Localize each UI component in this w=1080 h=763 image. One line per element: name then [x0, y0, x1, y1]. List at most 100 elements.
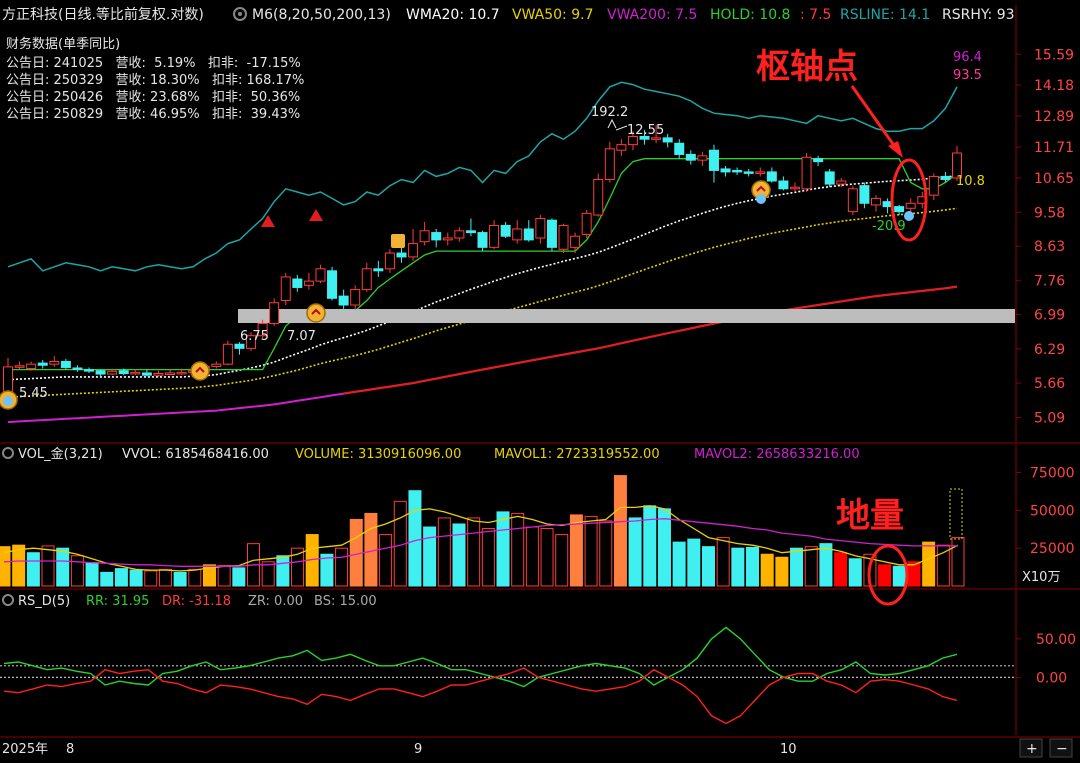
candle[interactable] [489, 224, 500, 248]
candle[interactable] [84, 369, 95, 372]
volume-bar[interactable] [775, 556, 789, 587]
candle[interactable] [431, 232, 442, 241]
volume-bar[interactable] [467, 517, 481, 587]
volume-bar[interactable] [569, 514, 583, 587]
volume-bar[interactable] [599, 520, 613, 587]
candle[interactable] [847, 188, 858, 213]
candle[interactable] [361, 268, 372, 291]
candle[interactable] [454, 230, 465, 239]
volume-bar[interactable] [922, 541, 936, 587]
volume-bar[interactable] [437, 517, 451, 587]
candle[interactable] [3, 366, 13, 393]
volume-bar[interactable] [716, 537, 730, 587]
volume-bar[interactable] [951, 537, 965, 587]
candle[interactable] [813, 158, 824, 163]
candle[interactable] [593, 178, 604, 216]
volume-bar[interactable] [56, 547, 70, 587]
volume-bar[interactable] [232, 567, 246, 587]
candle[interactable] [419, 230, 430, 243]
candle[interactable] [766, 171, 777, 182]
volume-bar[interactable] [672, 541, 686, 587]
candle[interactable] [720, 168, 731, 173]
volume-bar[interactable] [452, 523, 466, 587]
candle[interactable] [743, 171, 754, 174]
candle[interactable] [708, 149, 719, 171]
candle[interactable] [928, 175, 939, 196]
candle[interactable] [616, 144, 627, 151]
candle[interactable] [801, 156, 812, 190]
candle[interactable] [732, 169, 743, 173]
candle[interactable] [778, 180, 789, 190]
candle[interactable] [859, 185, 870, 204]
volume-bar[interactable] [790, 547, 804, 587]
volume-bar[interactable] [408, 490, 422, 587]
volume-bar[interactable] [760, 553, 774, 587]
candle[interactable] [72, 367, 83, 370]
volume-bar[interactable] [746, 546, 760, 587]
volume-bar[interactable] [276, 555, 290, 587]
volume-bar[interactable] [100, 571, 114, 587]
candle[interactable] [755, 171, 766, 174]
candle[interactable] [558, 224, 569, 250]
candle[interactable] [292, 278, 303, 288]
candle[interactable] [14, 365, 25, 368]
candle[interactable] [651, 137, 662, 140]
volume-bar[interactable] [892, 565, 906, 587]
candle[interactable] [26, 363, 37, 370]
volume-bar[interactable] [217, 565, 231, 587]
candle[interactable] [396, 252, 407, 258]
candle[interactable] [327, 270, 338, 299]
volume-bar[interactable] [114, 568, 128, 587]
candle[interactable] [234, 343, 245, 349]
candle[interactable] [477, 232, 488, 248]
volume-bar[interactable] [41, 545, 55, 587]
volume-bar[interactable] [525, 526, 539, 587]
candle[interactable] [408, 243, 419, 258]
volume-bar[interactable] [481, 528, 495, 587]
candle[interactable] [685, 153, 696, 161]
candle[interactable] [836, 180, 847, 185]
candle[interactable] [141, 372, 152, 376]
candle[interactable] [870, 197, 881, 206]
volume-bar[interactable] [731, 547, 745, 587]
volume-bar[interactable] [687, 538, 701, 587]
candle[interactable] [500, 224, 511, 237]
candle[interactable] [905, 202, 916, 209]
volume-bar[interactable] [496, 511, 510, 587]
candle[interactable] [280, 276, 291, 302]
candle[interactable] [303, 280, 314, 286]
volume-bar[interactable] [936, 544, 950, 587]
volume-bar[interactable] [657, 508, 671, 587]
candle[interactable] [674, 142, 685, 155]
candle[interactable] [153, 373, 164, 376]
candle[interactable] [512, 228, 523, 241]
volume-bar[interactable] [643, 505, 657, 587]
volume-bar[interactable] [129, 569, 143, 587]
candle[interactable] [523, 228, 534, 241]
candle[interactable] [789, 186, 800, 190]
volume-bar[interactable] [144, 570, 158, 587]
candle[interactable] [442, 237, 453, 241]
volume-bar[interactable] [540, 528, 554, 587]
volume-bar[interactable] [158, 568, 172, 587]
candle[interactable] [95, 370, 106, 375]
candle[interactable] [824, 171, 835, 185]
candle[interactable] [697, 155, 708, 161]
candle[interactable] [465, 230, 476, 234]
candle[interactable] [894, 206, 905, 213]
candle[interactable] [165, 372, 176, 375]
candle[interactable] [222, 343, 233, 365]
candle[interactable] [350, 289, 361, 306]
stock-chart[interactable]: 15.59 14.18 12.89 11.71 10.65 9.58 8.63 7.76 6.9… [0, 0, 1080, 763]
volume-bar[interactable] [834, 552, 848, 587]
candle[interactable] [940, 175, 951, 180]
candle[interactable] [581, 212, 592, 235]
candle[interactable] [384, 252, 395, 270]
candle[interactable] [662, 137, 673, 143]
candle[interactable] [130, 371, 141, 375]
candle[interactable] [49, 360, 60, 365]
volume-bar[interactable] [173, 571, 187, 587]
volume-bar[interactable] [819, 543, 833, 587]
candle[interactable] [118, 370, 129, 375]
volume-bar[interactable] [70, 555, 84, 587]
